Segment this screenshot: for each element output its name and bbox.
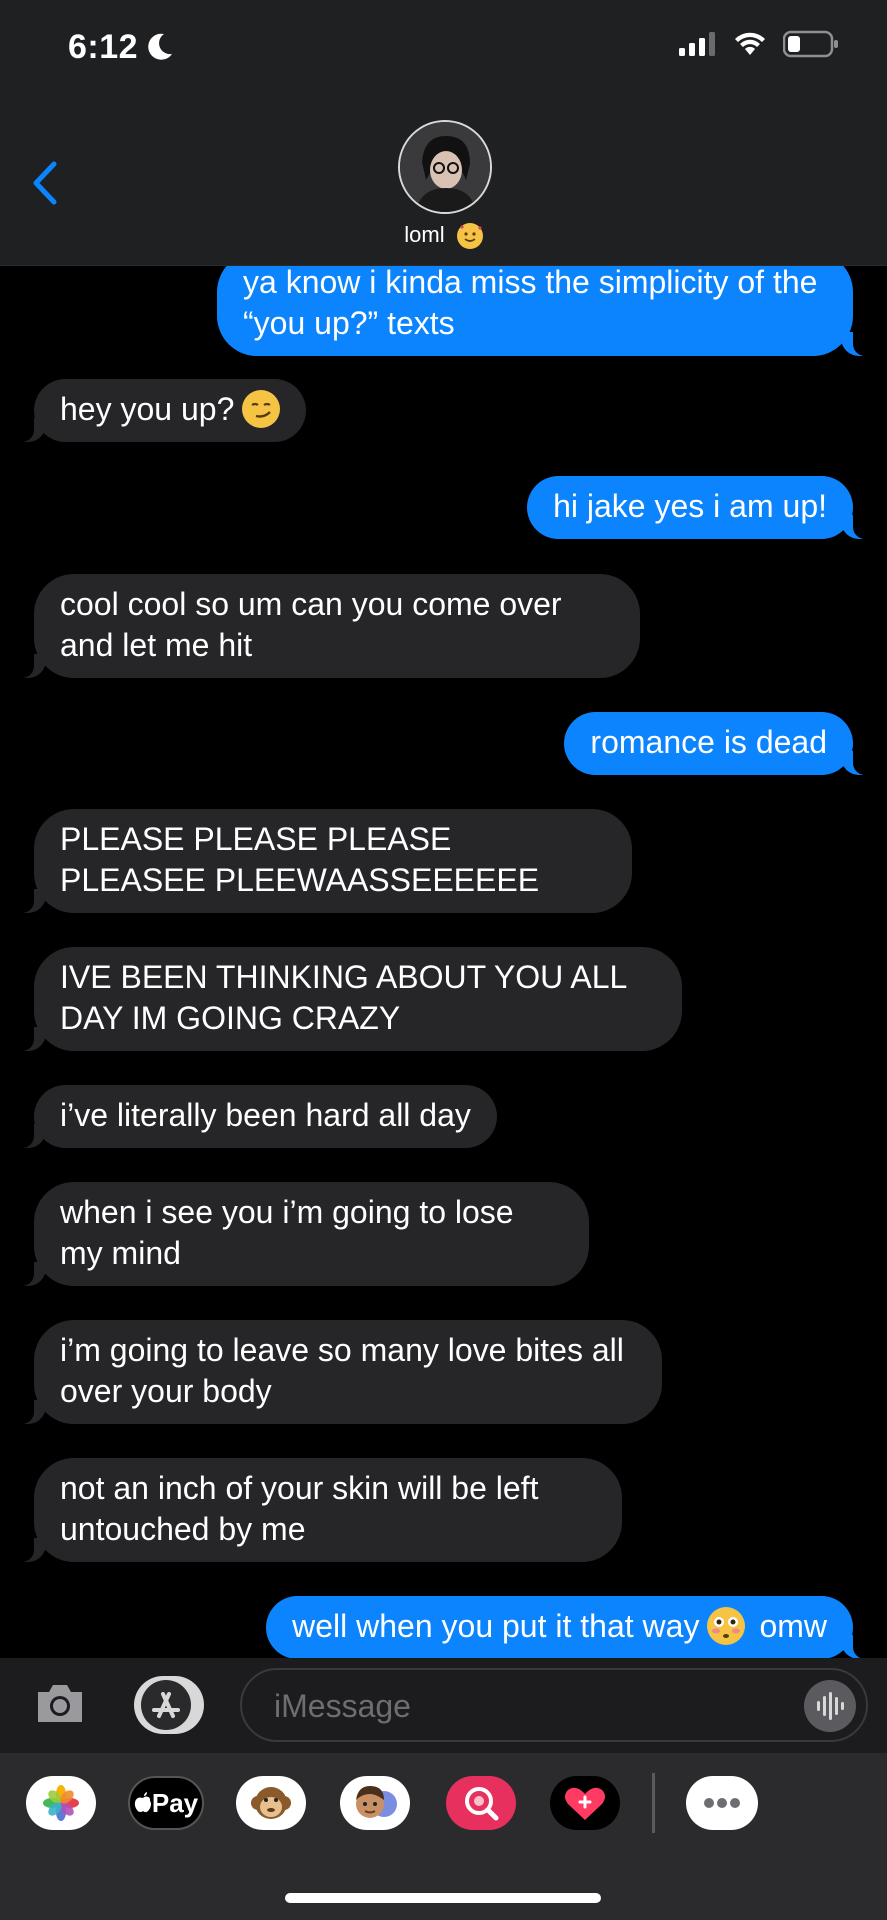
contact-avatar[interactable] [398, 120, 492, 214]
message-field[interactable] [240, 1668, 868, 1742]
incoming-message[interactable]: hey you up? [13, 379, 307, 442]
message-text: i’ve literally been hard all day [60, 1097, 471, 1133]
incoming-message[interactable]: when i see you i’m going to lose my mind [14, 1182, 589, 1286]
status-time: 6:12 [68, 28, 139, 66]
incoming-message[interactable]: IVE BEEN THINKING ABOUT YOU ALL DAY IM G… [14, 947, 682, 1051]
message-input[interactable] [272, 1682, 776, 1730]
apple-pay-icon[interactable]: Pay [128, 1776, 204, 1830]
message-text: IVE BEEN THINKING ABOUT YOU ALL DAY IM G… [60, 959, 627, 1036]
cellular-signal-icon [679, 32, 717, 61]
incoming-message[interactable]: i’ve literally been hard all day [14, 1085, 497, 1148]
smiling-face-with-hearts-icon [456, 223, 483, 250]
audio-message-icon[interactable] [804, 1680, 856, 1732]
message-text: not an inch of your skin will be left un… [60, 1470, 539, 1547]
wifi-icon [733, 31, 767, 62]
message-text: cool cool so um can you come over and le… [60, 586, 562, 663]
status-indicators [679, 30, 839, 63]
app-drawer: Pay [0, 1753, 887, 1920]
memoji-icon[interactable] [340, 1776, 410, 1830]
compose-bar [0, 1658, 887, 1753]
flushed-face-icon [707, 1607, 746, 1645]
message-text: PLEASE PLEASE PLEASE PLEASEE PLEEWAASSEE… [60, 821, 540, 898]
outgoing-message[interactable]: ya know i kinda miss the simplicity of t… [217, 266, 873, 356]
back-icon[interactable] [30, 160, 60, 211]
message-thread[interactable]: ya know i kinda miss the simplicity of t… [0, 266, 887, 1658]
more-icon[interactable] [686, 1776, 758, 1830]
message-text: hey you up? [60, 391, 235, 427]
animoji-icon[interactable] [236, 1776, 306, 1830]
message-text: well when you put it that way [292, 1608, 700, 1644]
outgoing-message[interactable]: well when you put it that way omw [266, 1596, 873, 1658]
message-text: i’m going to leave so many love bites al… [60, 1332, 624, 1409]
conversation-header: 6:12 loml [0, 0, 887, 266]
outgoing-message[interactable]: romance is dead [564, 712, 873, 775]
digital-touch-icon[interactable] [550, 1776, 620, 1830]
incoming-message[interactable]: not an inch of your skin will be left un… [14, 1458, 622, 1562]
message-text: when i see you i’m going to lose my mind [60, 1194, 514, 1271]
image-search-icon[interactable] [446, 1776, 516, 1830]
photos-icon[interactable] [26, 1776, 96, 1830]
contact-name-row[interactable]: loml [0, 222, 887, 250]
message-text: ya know i kinda miss the simplicity of t… [243, 266, 818, 341]
smirking-face-icon [242, 390, 281, 428]
moon-icon [146, 32, 174, 67]
incoming-message[interactable]: cool cool so um can you come over and le… [14, 574, 640, 678]
message-text: romance is dead [590, 724, 827, 760]
message-text: hi jake yes i am up! [553, 488, 827, 524]
battery-icon [782, 30, 839, 63]
drawer-divider [652, 1773, 655, 1833]
apple-pay-label: Pay [130, 1778, 202, 1828]
incoming-message[interactable]: PLEASE PLEASE PLEASE PLEASEE PLEEWAASSEE… [14, 809, 632, 913]
outgoing-message[interactable]: hi jake yes i am up! [527, 476, 873, 539]
home-indicator[interactable] [285, 1893, 601, 1903]
incoming-message[interactable]: i’m going to leave so many love bites al… [14, 1320, 662, 1424]
message-text-after: omw [759, 1608, 827, 1644]
contact-name: loml [404, 222, 445, 247]
app-store-button[interactable] [134, 1676, 204, 1734]
camera-icon[interactable] [34, 1682, 86, 1731]
app-store-icon [141, 1680, 191, 1730]
